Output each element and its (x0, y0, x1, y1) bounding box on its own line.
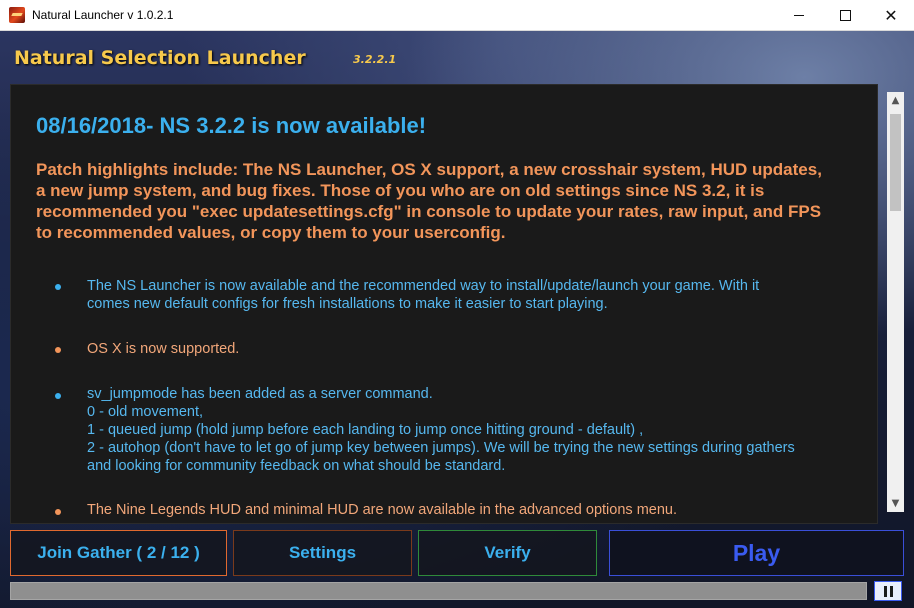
scroll-down-icon[interactable]: ▼ (887, 495, 904, 512)
news-item-line: 2 - autohop (don't have to let go of jum… (87, 440, 795, 456)
bullet-icon (55, 509, 61, 515)
news-item-line: sv_jumpmode has been added as a server c… (87, 386, 433, 402)
news-item-line: The NS Launcher is now available and the… (87, 278, 760, 294)
news-item-line: 1 - queued jump (hold jump before each l… (87, 422, 644, 438)
bullet-icon (55, 347, 61, 353)
window-controls: ✕ (776, 0, 914, 31)
news-item-line: comes new default configs for fresh inst… (87, 296, 608, 312)
news-item-line: 0 - old movement, (87, 404, 204, 420)
pause-icon (883, 585, 887, 597)
news-item-line: The Nine Legends HUD and minimal HUD are… (87, 502, 677, 518)
bullet-icon (55, 284, 61, 290)
close-button[interactable]: ✕ (868, 0, 914, 31)
minimize-button[interactable] (776, 0, 822, 31)
patch-highlights: Patch highlights include: The NS Launche… (36, 160, 822, 242)
news-item-line: and looking for community feedback on wh… (87, 458, 506, 474)
pause-icon (889, 585, 893, 597)
maximize-button[interactable] (822, 0, 868, 31)
pause-button[interactable] (874, 581, 902, 601)
bullet-icon (55, 393, 61, 399)
title-bar: Natural Launcher v 1.0.2.1 ✕ (0, 0, 914, 31)
news-item: sv_jumpmode has been added as a server c… (87, 385, 857, 475)
news-item-line: OS X is now supported. (87, 341, 240, 357)
verify-button[interactable]: Verify (418, 530, 597, 576)
app-logo-icon (9, 7, 25, 23)
launcher-title: Natural Selection Launcher (14, 47, 306, 69)
join-gather-button[interactable]: Join Gather ( 2 / 12 ) (10, 530, 227, 576)
news-item: The NS Launcher is now available and the… (87, 277, 857, 313)
game-version: 3.2.2.1 (353, 53, 397, 66)
news-item: OS X is now supported. (87, 340, 857, 358)
scroll-thumb[interactable] (890, 114, 901, 211)
download-progress-bar (10, 582, 867, 600)
news-panel[interactable]: 08/16/2018- NS 3.2.2 is now available! P… (10, 84, 878, 524)
scroll-up-icon[interactable]: ▲ (887, 92, 904, 109)
news-item: The Nine Legends HUD and minimal HUD are… (87, 501, 857, 519)
news-scrollbar[interactable]: ▲ ▼ (887, 92, 904, 512)
play-button[interactable]: Play (609, 530, 904, 576)
window-title: Natural Launcher v 1.0.2.1 (32, 8, 174, 22)
settings-button[interactable]: Settings (233, 530, 412, 576)
news-heading: 08/16/2018- NS 3.2.2 is now available! (36, 113, 427, 138)
